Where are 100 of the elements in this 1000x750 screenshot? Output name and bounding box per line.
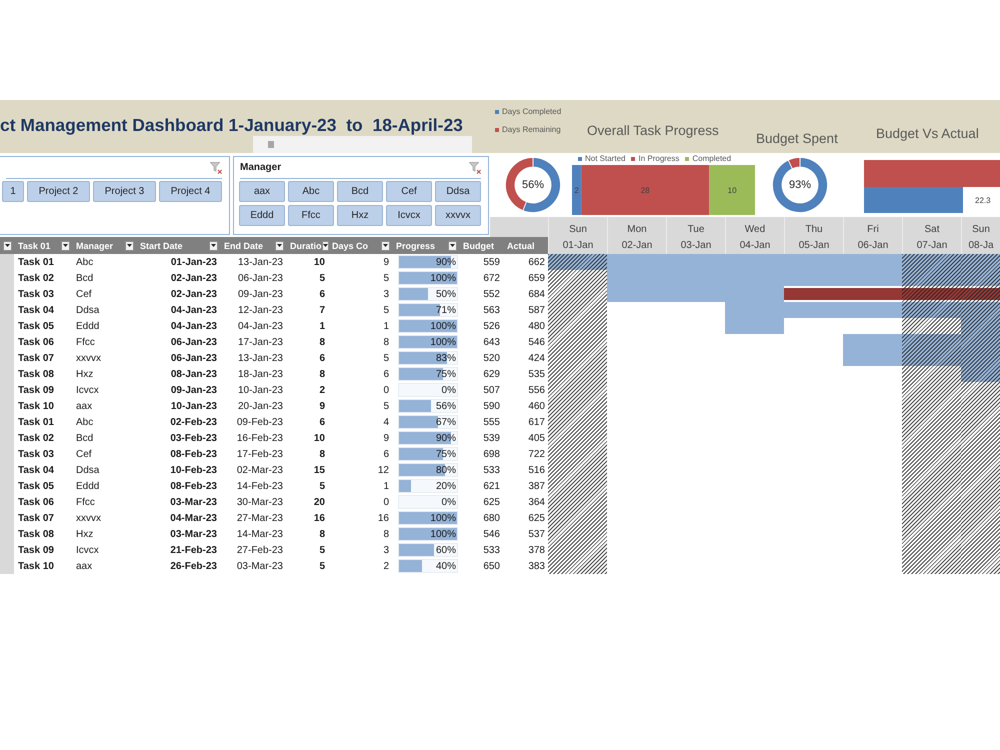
- progress-label: 90%: [436, 432, 457, 444]
- table-cell: 03-Mar-23: [236, 560, 283, 572]
- table-cell: 09-Feb-23: [236, 416, 283, 428]
- scroll-thumb[interactable]: [268, 141, 274, 148]
- data-label: 22.3: [975, 196, 991, 205]
- filter-button[interactable]: [61, 240, 70, 250]
- table-cell: 387: [528, 480, 545, 492]
- progress-label: 75%: [436, 448, 457, 460]
- progress-label: 90%: [436, 256, 457, 268]
- donut-label: 56%: [522, 179, 544, 191]
- chart-title: Budget Vs Actual: [876, 125, 979, 142]
- table-cell: 13-Jan-23: [238, 352, 283, 364]
- table-cell: 26-Feb-23: [170, 560, 217, 572]
- slicer-item[interactable]: Bcd: [337, 181, 383, 202]
- table-cell: 520: [483, 352, 500, 364]
- table-cell: 684: [528, 288, 545, 300]
- filter-button[interactable]: [381, 240, 390, 250]
- legend-label: In Progress: [638, 154, 680, 164]
- donut-label: 93%: [788, 179, 812, 191]
- slicer-item[interactable]: Cef: [386, 181, 432, 202]
- slicer-item[interactable]: Ddsa: [435, 181, 481, 202]
- table-cell: 0: [383, 496, 389, 508]
- table-cell: 625: [528, 512, 545, 524]
- progress-label: 100%: [430, 320, 457, 332]
- table-cell: Bcd: [76, 432, 94, 444]
- day-label: Wed: [744, 224, 766, 236]
- filter-button[interactable]: [275, 240, 284, 250]
- slicer-item[interactable]: Icvcx: [386, 205, 432, 226]
- filter-button[interactable]: [3, 240, 12, 250]
- table-cell: 21-Feb-23: [170, 544, 217, 556]
- filter-button[interactable]: [448, 240, 457, 250]
- slicer-item[interactable]: aax: [239, 181, 285, 202]
- table-cell: Task 04: [18, 464, 54, 476]
- data-label: 2: [574, 186, 579, 195]
- progress-label: 20%: [436, 480, 457, 492]
- table-cell: 617: [528, 416, 545, 428]
- table-cell: Eddd: [76, 320, 100, 332]
- table-cell: 09-Jan-23: [238, 288, 283, 300]
- table-cell: 526: [483, 320, 500, 332]
- table-cell: Hxz: [76, 528, 94, 540]
- table-cell: xxvvx: [76, 352, 101, 364]
- table-cell: 8: [319, 336, 325, 348]
- table-cell: 10: [314, 432, 325, 444]
- progress-label: 80%: [436, 464, 457, 476]
- table-cell: 672: [483, 272, 500, 284]
- slicer-item[interactable]: Abc: [288, 181, 334, 202]
- slicer-item[interactable]: 1: [2, 181, 24, 202]
- table-cell: 507: [483, 384, 500, 396]
- table-cell: 4: [383, 416, 389, 428]
- table-cell: 5: [383, 400, 389, 412]
- table-cell: 03-Mar-23: [170, 496, 217, 508]
- table-cell: 06-Jan-23: [170, 352, 217, 364]
- table-cell: 9: [383, 256, 389, 268]
- table-cell: 12-Jan-23: [238, 304, 283, 316]
- column-header: Duratio: [290, 240, 322, 250]
- table-cell: 1: [383, 320, 389, 332]
- table-cell: 5: [383, 272, 389, 284]
- caret-icon: [383, 244, 388, 247]
- table-cell: 405: [528, 432, 545, 444]
- table-cell: Icvcx: [76, 384, 99, 396]
- column-header: Manager: [76, 240, 114, 250]
- table-cell: Eddd: [76, 480, 100, 492]
- table-cell: 02-Feb-23: [170, 416, 217, 428]
- table-cell: 629: [483, 368, 500, 380]
- slicer-item[interactable]: Project 4: [159, 181, 222, 202]
- table-cell: 516: [528, 464, 545, 476]
- table-cell: 625: [483, 496, 500, 508]
- table-cell: Task 03: [18, 448, 54, 460]
- filter-button[interactable]: [125, 240, 134, 250]
- table-cell: 08-Feb-23: [170, 480, 217, 492]
- scroll-bar[interactable]: [253, 136, 472, 153]
- filter-clear-icon[interactable]: [469, 162, 481, 174]
- table-cell: Ffcc: [76, 496, 95, 508]
- table-cell: 563: [483, 304, 500, 316]
- slicer-item[interactable]: Ffcc: [288, 205, 334, 226]
- table-cell: 02-Jan-23: [170, 288, 217, 300]
- table-cell: Ffcc: [76, 336, 95, 348]
- slicer-item[interactable]: Hxz: [337, 205, 383, 226]
- slicer-item[interactable]: Eddd: [239, 205, 285, 226]
- table-cell: 555: [483, 416, 500, 428]
- table-cell: Hxz: [76, 368, 94, 380]
- slicer-item[interactable]: Project 3: [93, 181, 156, 202]
- table-cell: Task 07: [18, 512, 54, 524]
- table-cell: 20-Jan-23: [238, 400, 283, 412]
- table-cell: 6: [383, 448, 389, 460]
- progress-label: 75%: [436, 368, 457, 380]
- slicer-item[interactable]: Project 2: [27, 181, 90, 202]
- table-cell: 662: [528, 256, 545, 268]
- table-cell: 556: [528, 384, 545, 396]
- date-label: 02-Jan: [622, 240, 652, 252]
- filter-button[interactable]: [209, 240, 218, 250]
- caret-icon: [211, 244, 216, 247]
- table-cell: Abc: [76, 416, 94, 428]
- filter-button[interactable]: [322, 240, 328, 250]
- date-label: 07-Jan: [916, 240, 948, 252]
- progress-label: 100%: [430, 528, 457, 540]
- table-cell: Bcd: [76, 272, 94, 284]
- table-cell: 2: [319, 384, 325, 396]
- slicer-item[interactable]: xxvvx: [435, 205, 481, 226]
- filter-clear-icon[interactable]: [210, 162, 222, 174]
